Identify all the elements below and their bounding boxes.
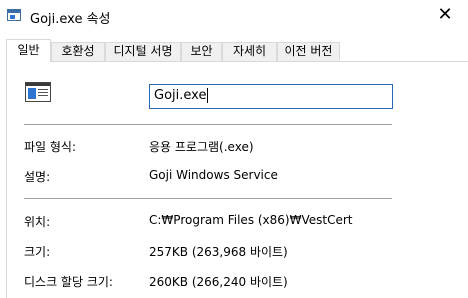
tab-general[interactable]: 일반 <box>6 39 51 62</box>
tab-previous-versions[interactable]: 이전 버전 <box>277 42 340 61</box>
title-bar: Goji.exe 속성 ✕ <box>0 0 468 32</box>
description-value: Goji Windows Service <box>149 168 278 182</box>
file-type-value: 응용 프로그램(.exe) <box>149 140 254 154</box>
size-label: 크기: <box>24 245 51 259</box>
text-caret <box>207 88 209 103</box>
tab-security[interactable]: 보안 <box>181 42 222 61</box>
app-window-icon <box>7 9 21 21</box>
tab-compatibility[interactable]: 호환성 <box>51 42 105 61</box>
application-window-icon <box>25 82 51 102</box>
tab-strip: 일반 호환성 디지털 서명 보안 자세히 이전 버전 <box>0 39 468 62</box>
separator <box>24 124 392 125</box>
filename-field[interactable]: Goji.exe <box>149 84 393 109</box>
tab-digital-signature[interactable]: 디지털 서명 <box>105 42 181 61</box>
size-value: 257KB (263,968 바이트) <box>149 245 288 259</box>
separator <box>24 198 392 199</box>
location-label: 위치: <box>24 215 51 229</box>
filename-text: Goji.exe <box>154 88 207 103</box>
description-label: 설명: <box>24 170 51 184</box>
window-title: Goji.exe 속성 <box>30 12 111 27</box>
size-on-disk-label: 디스크 할당 크기: <box>24 275 113 289</box>
size-on-disk-value: 260KB (266,240 바이트) <box>149 275 288 289</box>
close-button[interactable]: ✕ <box>422 0 468 32</box>
tab-details[interactable]: 자세히 <box>222 42 277 61</box>
location-value: C:₩Program Files (x86)₩VestCert <box>149 213 353 227</box>
file-type-label: 파일 형식: <box>24 140 77 154</box>
